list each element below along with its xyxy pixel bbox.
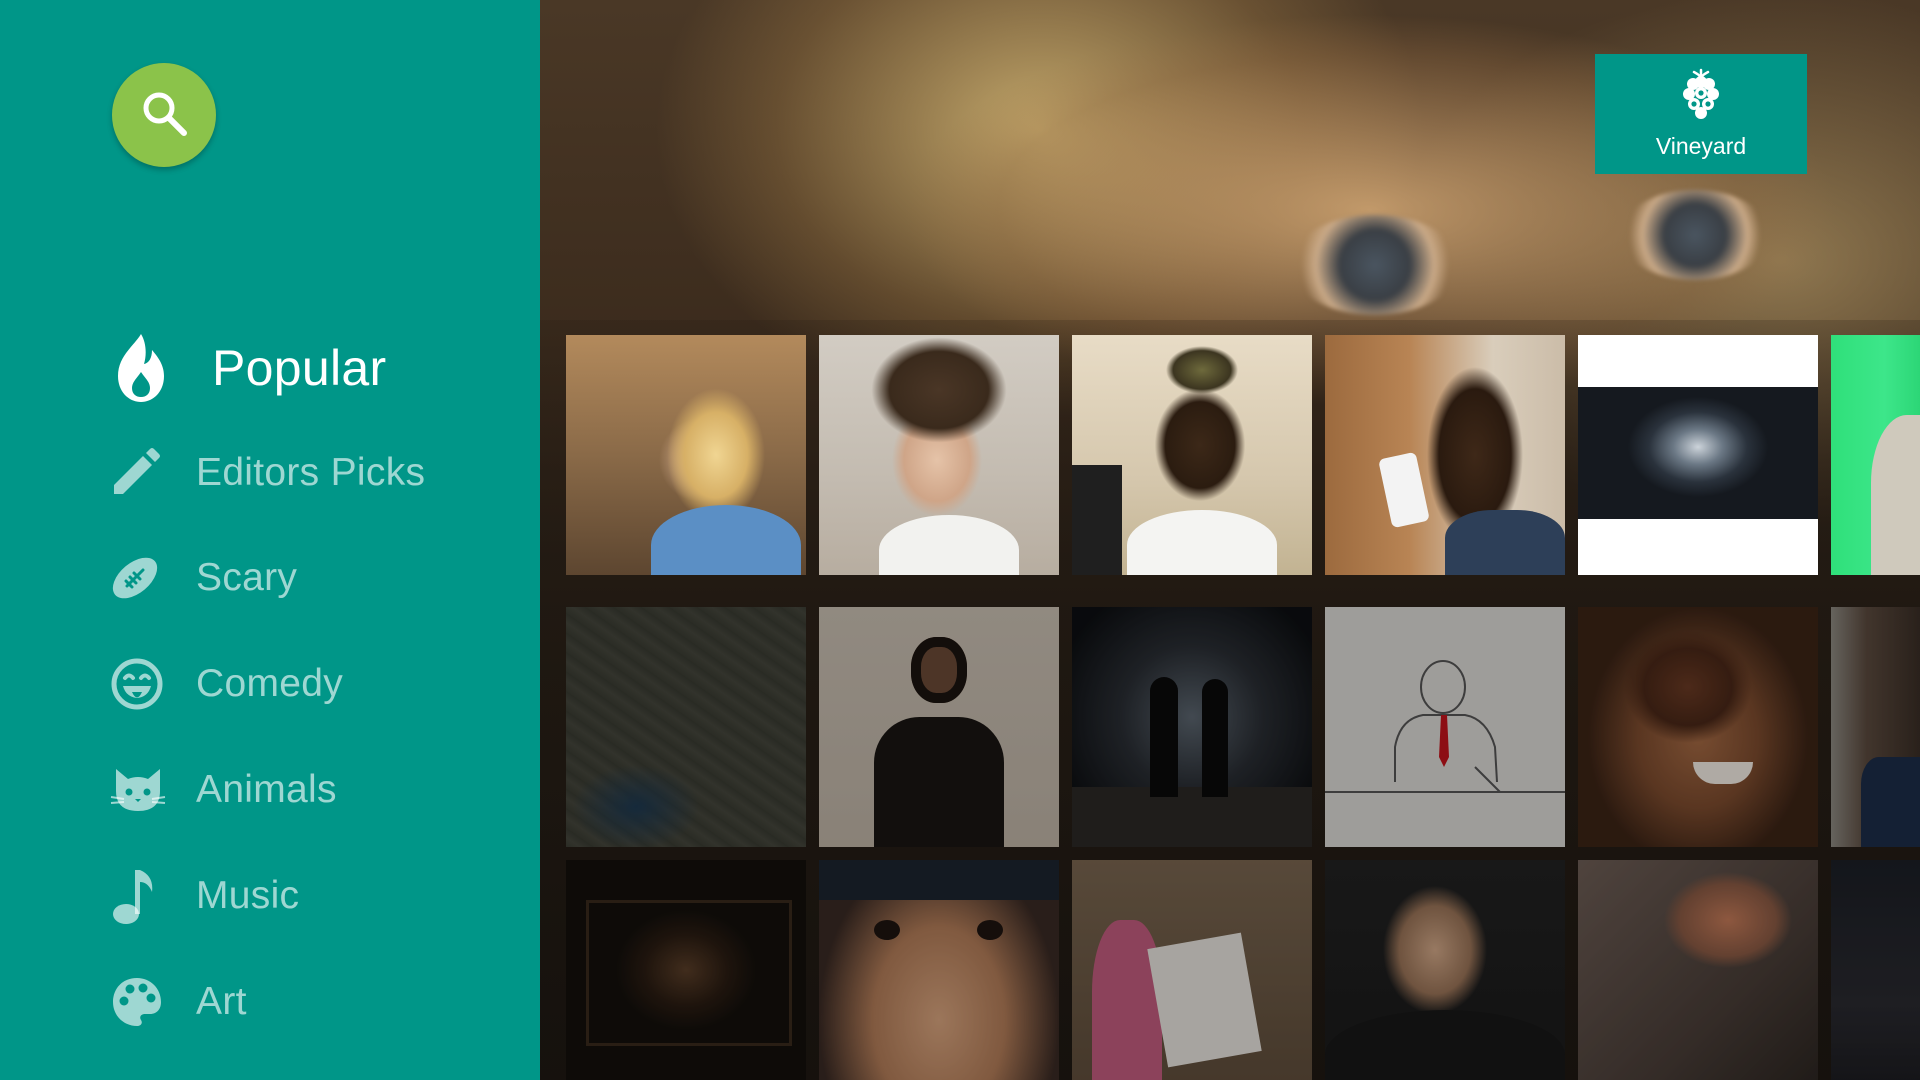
video-thumbnail[interactable]	[1578, 335, 1818, 575]
video-thumbnail[interactable]	[566, 335, 806, 575]
video-thumbnail[interactable]	[819, 860, 1059, 1080]
sidebar-item-label: Music	[196, 874, 300, 917]
video-thumbnail[interactable]	[1325, 607, 1565, 847]
grapes-icon	[1678, 68, 1724, 127]
sidebar-item-editors-picks[interactable]: Editors Picks	[110, 433, 425, 513]
video-thumbnail[interactable]	[1578, 860, 1818, 1080]
sidebar-item-label: Art	[196, 980, 247, 1023]
flame-icon	[110, 334, 192, 402]
pencil-icon	[110, 445, 178, 501]
sidebar-item-popular[interactable]: Popular	[110, 328, 386, 408]
video-thumbnail[interactable]	[1578, 607, 1818, 847]
hero-eye-right	[1620, 190, 1770, 280]
sidebar-item-music[interactable]: Music	[110, 856, 299, 936]
video-thumbnail[interactable]	[1325, 335, 1565, 575]
video-thumbnail[interactable]	[819, 607, 1059, 847]
sidebar-item-art[interactable]: Art	[110, 962, 247, 1042]
cat-icon	[110, 762, 178, 818]
video-thumbnail[interactable]	[1072, 860, 1312, 1080]
video-thumbnail[interactable]	[1831, 607, 1920, 847]
sidebar-item-comedy[interactable]: Comedy	[110, 644, 343, 724]
app-root: Vineyard Popular Editors Picks Scary Com…	[0, 0, 1920, 1080]
music-note-icon	[110, 868, 178, 924]
vineyard-logo: Vineyard	[1595, 54, 1807, 174]
video-thumbnail[interactable]	[566, 860, 806, 1080]
video-thumbnail[interactable]	[1072, 335, 1312, 575]
sidebar-item-label: Popular	[212, 340, 387, 396]
video-thumbnail[interactable]	[1072, 607, 1312, 847]
sidebar-item-animals[interactable]: Animals	[110, 750, 337, 830]
video-thumbnail[interactable]	[566, 607, 806, 847]
video-thumbnail[interactable]	[1325, 860, 1565, 1080]
video-thumbnail[interactable]	[1831, 335, 1920, 575]
hero-eye-left	[1290, 215, 1460, 315]
sketch-drawing	[1325, 660, 1565, 793]
search-icon	[138, 87, 190, 144]
sidebar-item-label: Comedy	[196, 662, 344, 705]
video-grid	[566, 335, 1920, 1080]
sidebar-item-label: Editors Picks	[196, 451, 426, 494]
sidebar-item-label: Scary	[196, 556, 298, 599]
palette-icon	[110, 974, 178, 1030]
video-thumbnail[interactable]	[1831, 860, 1920, 1080]
brand-name: Vineyard	[1655, 133, 1747, 159]
football-icon	[110, 550, 178, 606]
sidebar: Popular Editors Picks Scary Comedy Anima…	[0, 0, 540, 1080]
sidebar-item-scary[interactable]: Scary	[110, 538, 297, 618]
search-button[interactable]	[112, 63, 216, 167]
video-thumbnail[interactable]	[819, 335, 1059, 575]
sidebar-item-label: Animals	[196, 768, 337, 811]
tongue-face-icon	[110, 656, 178, 712]
